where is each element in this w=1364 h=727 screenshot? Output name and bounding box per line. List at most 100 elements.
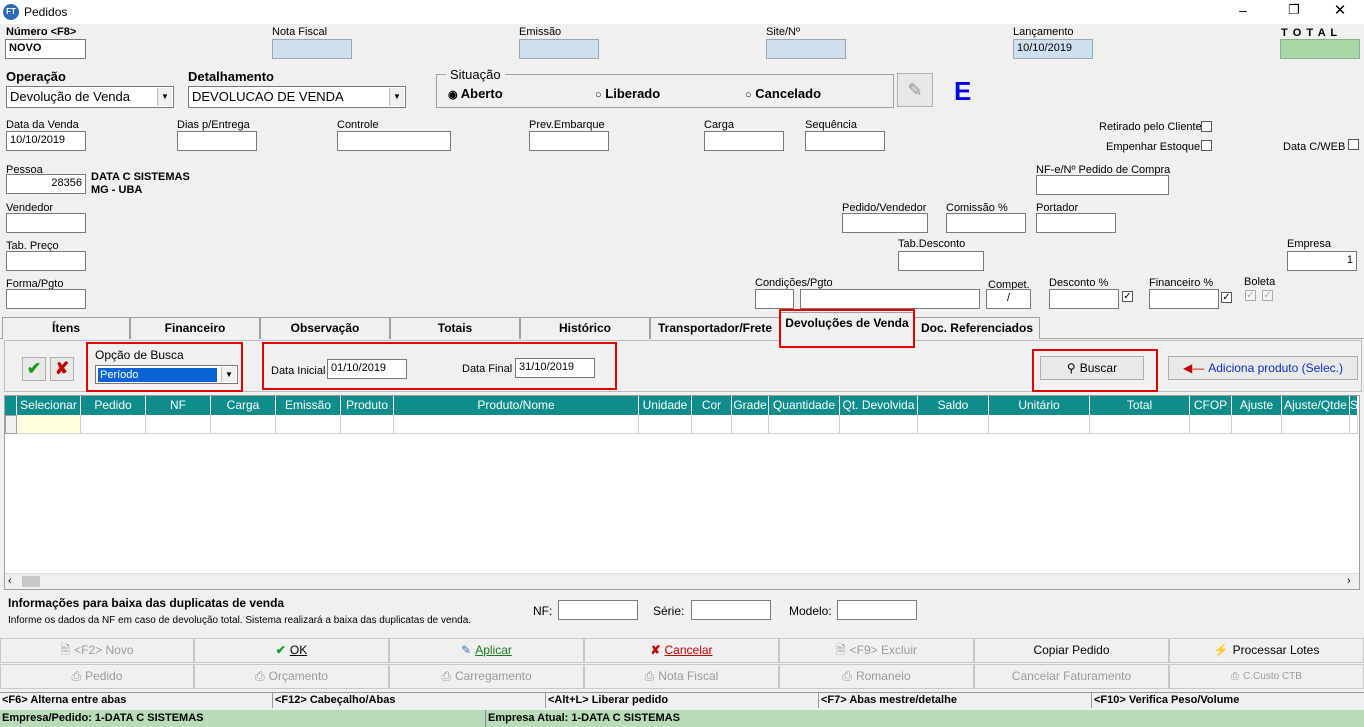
tab-totais[interactable]: Totais xyxy=(390,317,520,339)
tab-financeiro[interactable]: Financeiro xyxy=(130,317,260,339)
grid-cell[interactable] xyxy=(394,415,639,434)
sequencia-input[interactable] xyxy=(805,131,885,151)
desconto-input[interactable] xyxy=(1049,289,1119,309)
tab-desconto-input[interactable] xyxy=(898,251,984,271)
scroll-thumb[interactable] xyxy=(22,576,40,587)
condicoes-input[interactable] xyxy=(800,289,980,309)
nfe-pedido-input[interactable] xyxy=(1036,175,1169,195)
financeiro-pct-input[interactable] xyxy=(1149,289,1219,309)
grid-cell[interactable] xyxy=(769,415,840,434)
close-icon[interactable]: ✕ xyxy=(1330,1,1350,19)
grid-header[interactable]: Selecionar xyxy=(17,396,81,415)
adiciona-produto-button[interactable]: ◀— Adiciona produto (Selec.) xyxy=(1168,356,1358,380)
controle-input[interactable] xyxy=(337,131,451,151)
grid-header[interactable]: Produto/Nome xyxy=(394,396,639,415)
radio-cancelado[interactable]: ○ Cancelado xyxy=(745,86,821,101)
grid-cell[interactable] xyxy=(692,415,732,434)
grid-header[interactable]: Quantidade xyxy=(769,396,840,415)
condicoes-input-code[interactable] xyxy=(755,289,794,309)
detalhamento-select[interactable]: DEVOLUCAO DE VENDA ▼ xyxy=(188,86,406,108)
retirado-checkbox[interactable] xyxy=(1201,121,1212,132)
grid-cell[interactable] xyxy=(1090,415,1190,434)
cancelar-button[interactable]: ✘ Cancelar xyxy=(584,638,779,663)
grid-header[interactable]: Ajuste xyxy=(1232,396,1282,415)
clear-x-icon[interactable]: ✘ xyxy=(50,357,74,381)
tab-transportador[interactable]: Transportador/Frete xyxy=(650,317,780,339)
grid-cell[interactable] xyxy=(732,415,769,434)
tab-observacao[interactable]: Observação xyxy=(260,317,390,339)
grid-header[interactable]: Pedido xyxy=(81,396,146,415)
tab-historico[interactable]: Histórico xyxy=(520,317,650,339)
carga-input[interactable] xyxy=(704,131,784,151)
chevron-down-icon[interactable]: ▼ xyxy=(221,367,236,382)
grid-cell[interactable] xyxy=(211,415,276,434)
empenhar-checkbox[interactable] xyxy=(1201,140,1212,151)
grid-header[interactable]: CFOP xyxy=(1190,396,1232,415)
info-serie-input[interactable] xyxy=(691,600,771,620)
grid-cell[interactable] xyxy=(1282,415,1350,434)
desconto-checkbox[interactable]: ✓ xyxy=(1122,291,1133,302)
grid-header[interactable]: Emissão xyxy=(276,396,341,415)
grid-cell[interactable] xyxy=(146,415,211,434)
buscar-button[interactable]: ⚲ Buscar xyxy=(1040,356,1144,380)
comissao-input[interactable] xyxy=(946,213,1026,233)
grid-cell[interactable] xyxy=(1350,415,1358,434)
grid-header[interactable]: Cor xyxy=(692,396,732,415)
aplicar-button[interactable]: ✎ Aplicar xyxy=(389,638,584,663)
dias-entrega-input[interactable] xyxy=(177,131,257,151)
empresa-input[interactable]: 1 xyxy=(1287,251,1357,271)
chevron-down-icon[interactable]: ▼ xyxy=(389,88,404,106)
confirm-check-icon[interactable]: ✔ xyxy=(22,357,46,381)
grid-cell[interactable] xyxy=(81,415,146,434)
prev-embarque-input[interactable] xyxy=(529,131,609,151)
forma-pgto-input[interactable] xyxy=(6,289,86,309)
ok-button[interactable]: ✔ OK xyxy=(194,638,389,663)
pessoa-input[interactable]: 28356 xyxy=(6,174,86,194)
grid-cell[interactable] xyxy=(17,415,81,434)
opcao-busca-select[interactable]: Período ▼ xyxy=(95,365,238,384)
maximize-icon[interactable]: ❐ xyxy=(1284,2,1304,20)
grid-header[interactable]: Carga xyxy=(211,396,276,415)
grid-header[interactable]: S xyxy=(1350,396,1358,415)
tab-devolucoes[interactable]: Devoluções de Venda xyxy=(780,312,914,341)
grid-hscroll[interactable]: ‹ › xyxy=(5,573,1359,589)
radio-aberto[interactable]: ◉ Aberto xyxy=(448,86,503,101)
grid-header[interactable]: Saldo xyxy=(918,396,989,415)
data-venda-input[interactable]: 10/10/2019 xyxy=(6,131,86,151)
data-final-input[interactable]: 31/10/2019 xyxy=(515,358,595,378)
grid-header[interactable]: Grade xyxy=(732,396,769,415)
grid-cell[interactable] xyxy=(341,415,394,434)
copiar-pedido-button[interactable]: Copiar Pedido xyxy=(974,638,1169,663)
compet-input[interactable]: / xyxy=(986,289,1031,309)
info-nf-input[interactable] xyxy=(558,600,638,620)
grid-header[interactable]: Ajuste/Qtde xyxy=(1282,396,1350,415)
grid-cell[interactable] xyxy=(639,415,692,434)
edit-document-icon[interactable]: ✎ xyxy=(897,73,933,107)
tab-itens[interactable]: Ítens xyxy=(2,317,130,339)
grid-cell[interactable] xyxy=(1232,415,1282,434)
grid-cell[interactable] xyxy=(989,415,1090,434)
grid-cell[interactable] xyxy=(918,415,989,434)
grid-header[interactable]: Unidade xyxy=(639,396,692,415)
grid-header[interactable]: NF xyxy=(146,396,211,415)
operacao-select[interactable]: Devolução de Venda ▼ xyxy=(6,86,174,108)
vendedor-input[interactable] xyxy=(6,213,86,233)
radio-liberado[interactable]: ○ Liberado xyxy=(595,86,660,101)
grid-cell[interactable] xyxy=(840,415,918,434)
pedido-vendedor-input[interactable] xyxy=(842,213,928,233)
grid-header[interactable]: Produto xyxy=(341,396,394,415)
numero-input[interactable]: NOVO xyxy=(5,39,86,59)
tab-doc-referenciados[interactable]: Doc. Referenciados xyxy=(914,317,1040,339)
financeiro-checkbox[interactable]: ✓ xyxy=(1221,292,1232,303)
tab-preco-input[interactable] xyxy=(6,251,86,271)
chevron-down-icon[interactable]: ▼ xyxy=(157,88,172,106)
grid-header[interactable]: Qt. Devolvida xyxy=(840,396,918,415)
scroll-left-icon[interactable]: ‹ xyxy=(8,575,12,587)
portador-input[interactable] xyxy=(1036,213,1116,233)
grid-header[interactable]: Total xyxy=(1090,396,1190,415)
info-modelo-input[interactable] xyxy=(837,600,917,620)
grid-header[interactable]: Unitário xyxy=(989,396,1090,415)
grid-cell[interactable] xyxy=(276,415,341,434)
processar-lotes-button[interactable]: ⚡ Processar Lotes xyxy=(1169,638,1364,663)
data-cweb-checkbox[interactable] xyxy=(1348,139,1359,150)
